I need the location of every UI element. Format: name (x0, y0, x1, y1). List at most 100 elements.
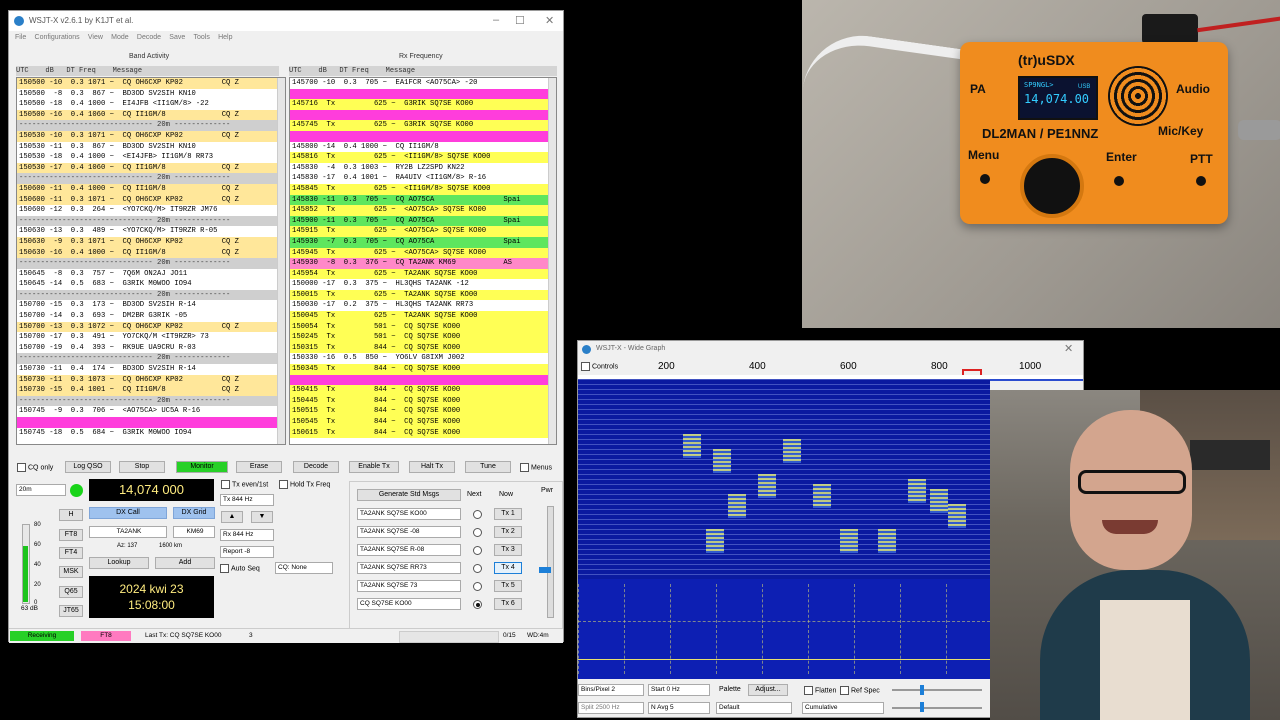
hold-tx-checkbox[interactable]: Hold Tx Freq (279, 480, 330, 489)
band-row[interactable]: 150530 -11 0.3 867 ~ BD3OD SV2SIH KN10 (17, 141, 279, 153)
band-row[interactable]: ------------------------------- 20m ----… (17, 120, 279, 131)
rx-row[interactable]: 145852 Tx 625 ~ <AO75CA> SQ7SE KO00 (290, 205, 549, 216)
rx-row[interactable]: 145816 Tx 625 ~ <II1GM/8> SQ7SE KO00 (290, 152, 549, 163)
mode-ft8-button[interactable]: FT8 (59, 529, 83, 541)
cq-select[interactable]: CQ: None (275, 562, 333, 574)
band-row[interactable]: 150630 -13 0.3 489 ~ <YO7CKQ/M> IT9RZR R… (17, 226, 279, 237)
band-row[interactable]: ------------------------------- 20m ----… (17, 353, 279, 365)
zero-slider-handle[interactable] (920, 702, 924, 712)
tx-now-6-button[interactable]: Tx 6 (494, 598, 522, 610)
band-row[interactable]: ------------------------------- 20m ----… (17, 258, 279, 269)
band-row[interactable]: 150745 -18 0.5 684 ~ G3RIK M0WOO IO94 (17, 427, 279, 439)
band-row[interactable]: 150730 -11 0.4 174 ~ BD3OD SV2SIH R-14 (17, 364, 279, 375)
menu-help[interactable]: Help (218, 34, 232, 41)
tx-now-3-button[interactable]: Tx 3 (494, 544, 522, 556)
decode-button[interactable]: Decode (293, 461, 339, 473)
rx-row[interactable]: 145830 -17 0.4 1001 ~ RA4UIV <II1GM/8> R… (290, 173, 549, 184)
log-qso-button[interactable]: Log QSO (65, 461, 111, 473)
rx-row[interactable]: 150615 Tx 844 ~ CQ SQ7SE KO00 (290, 427, 549, 439)
rx-frequency-scrollbar[interactable] (548, 78, 556, 444)
rx-row[interactable]: 150054 Tx 501 ~ CQ SQ7SE KO00 (290, 321, 549, 333)
rx-row[interactable]: 150030 -17 0.2 375 ~ HL3QHS TA2ANK RR73 (290, 300, 549, 312)
tune-button[interactable]: Tune (465, 461, 511, 473)
waterfall-display[interactable] (578, 379, 990, 679)
band-select[interactable]: 20m (16, 484, 66, 496)
wide-graph-close-button[interactable]: ✕ (1064, 342, 1073, 355)
band-row[interactable]: 150630 -9 0.3 1071 ~ CQ OH6CXP KP02 CQ Z (17, 236, 279, 248)
tx-even-checkbox[interactable]: Tx even/1st (221, 480, 268, 489)
band-row[interactable]: 150730 -11 0.3 1073 ~ CQ OH6CXP KP02 CQ … (17, 374, 279, 386)
power-slider[interactable] (547, 506, 554, 618)
tx-message-3-input[interactable]: TA2ANK SQ7SE R-08 (357, 544, 461, 556)
tx-message-2-input[interactable]: TA2ANK SQ7SE -08 (357, 526, 461, 538)
band-row[interactable]: 150700 -19 0.4 393 ~ RK9UE UA9CRU R-03 (17, 342, 279, 354)
rx-row[interactable]: 150315 Tx 844 ~ CQ SQ7SE KO00 (290, 342, 549, 354)
power-slider-handle[interactable] (539, 567, 551, 573)
rx-row[interactable]: 145830 -11 0.3 705 ~ CQ AO75CA Spai (290, 194, 549, 206)
mode-h-button[interactable]: H (59, 509, 83, 521)
rx-row[interactable]: 150415 Tx 844 ~ CQ SQ7SE KO00 (290, 385, 549, 396)
rx-row[interactable]: 145830 -4 0.3 1003 ~ RY2B LZ2SPD KN22 (290, 162, 549, 174)
rx-row[interactable]: 150345 Tx 844 ~ CQ SQ7SE KO00 (290, 364, 549, 375)
band-row[interactable]: 150600 -11 0.4 1000 ~ CQ II1GM/8 CQ Z (17, 183, 279, 195)
rx-row[interactable]: 145900 -11 0.3 705 ~ CQ AO75CA Spai (290, 215, 549, 227)
rx-row[interactable]: 145945 Tx 625 ~ <AO75CA> SQ7SE KO00 (290, 247, 549, 259)
band-row[interactable]: 150500 -10 0.3 1071 ~ CQ OH6CXP KP02 CQ … (17, 78, 279, 89)
monitor-button[interactable]: Monitor (176, 461, 228, 473)
rx-row[interactable]: 145716 Tx 625 ~ G3RIK SQ7SE KO00 (290, 99, 549, 110)
tx-up-button[interactable]: ▲ (221, 511, 243, 523)
gain-slider[interactable] (892, 689, 982, 691)
band-row[interactable]: 150700 -15 0.3 173 ~ BD3OD SV2SIH R-14 (17, 300, 279, 312)
tx-next-1-radio[interactable] (473, 510, 482, 519)
rx-row[interactable] (290, 130, 549, 142)
band-row[interactable]: 150600 -12 0.3 264 ~ <YO7CKQ/M> IT9RZR J… (17, 205, 279, 216)
cq-only-checkbox[interactable]: CQ only (17, 463, 53, 472)
band-row[interactable]: ------------------------------- 20m ----… (17, 289, 279, 301)
band-row[interactable] (17, 417, 279, 428)
menu-tools[interactable]: Tools (194, 34, 210, 41)
band-row[interactable]: 150630 -16 0.4 1000 ~ CQ II1GM/8 CQ Z (17, 247, 279, 259)
stop-button[interactable]: Stop (119, 461, 165, 473)
rx-row[interactable]: 145954 Tx 625 ~ TA2ANK SQ7SE KO00 (290, 268, 549, 280)
navg-spinbox[interactable]: N Avg 5 (648, 702, 710, 714)
menu-configurations[interactable]: Configurations (35, 34, 80, 41)
tx-next-5-radio[interactable] (473, 582, 482, 591)
tx-message-5-input[interactable]: TA2ANK SQ7SE 73 (357, 580, 461, 592)
tx-now-2-button[interactable]: Tx 2 (494, 526, 522, 538)
tx-now-4-button[interactable]: Tx 4 (494, 562, 522, 574)
close-button[interactable]: ✕ (545, 14, 554, 27)
band-row[interactable]: 150530 -18 0.4 1000 ~ <EI4JFB> II1GM/8 R… (17, 152, 279, 163)
flatten-checkbox[interactable]: Flatten (804, 686, 836, 695)
rx-hz-spinbox[interactable]: Rx 844 Hz (220, 529, 274, 541)
rx-row[interactable]: 145915 Tx 625 ~ <AO75CA> SQ7SE KO00 (290, 226, 549, 237)
rx-row[interactable]: 150245 Tx 501 ~ CQ SQ7SE KO00 (290, 332, 549, 343)
band-row[interactable]: 150600 -11 0.3 1071 ~ CQ OH6CXP KP02 CQ … (17, 194, 279, 206)
tx-next-3-radio[interactable] (473, 546, 482, 555)
enable-tx-button[interactable]: Enable Tx (349, 461, 399, 473)
rx-row[interactable] (290, 109, 549, 121)
bins-per-pixel-spinbox[interactable]: Bins/Pixel 2 (578, 684, 644, 696)
band-row[interactable]: 150500 -8 0.3 867 ~ BD3OD SV2SIH KN10 (17, 88, 279, 100)
dx-call-button[interactable]: DX Call (89, 507, 167, 519)
band-row[interactable]: 150500 -18 0.4 1000 ~ EI4JFB <II1GM/8> -… (17, 99, 279, 110)
band-activity-scrollbar[interactable] (277, 78, 285, 444)
rx-row[interactable]: 150445 Tx 844 ~ CQ SQ7SE KO00 (290, 395, 549, 407)
controls-checkbox[interactable]: Controls (581, 362, 618, 371)
ref-spec-checkbox[interactable]: Ref Spec (840, 686, 880, 695)
dx-call-input[interactable]: TA2ANK (89, 526, 167, 538)
gain-slider-handle[interactable] (920, 685, 924, 695)
auto-seq-checkbox[interactable]: Auto Seq (220, 564, 260, 573)
rx-row[interactable]: 145930 -7 0.3 705 ~ CQ AO75CA Spai (290, 236, 549, 248)
erase-button[interactable]: Erase (236, 461, 282, 473)
tx-down-button[interactable]: ▼ (251, 511, 273, 523)
band-row[interactable]: 150530 -17 0.4 1060 ~ CQ II1GM/8 CQ Z (17, 162, 279, 174)
report-spinbox[interactable]: Report -8 (220, 546, 274, 558)
rx-row[interactable]: 145800 -14 0.4 1000 ~ CQ II1GM/8 (290, 141, 549, 153)
dx-grid-input[interactable]: KM69 (173, 526, 215, 538)
generate-std-msgs-button[interactable]: Generate Std Msgs (357, 489, 461, 501)
menu-view[interactable]: View (88, 34, 103, 41)
band-row[interactable]: 150645 -8 0.3 757 ~ 7Q6M ON2AJ JO11 (17, 268, 279, 280)
band-row[interactable]: 150700 -14 0.3 693 ~ DM2BR G3RIK -05 (17, 311, 279, 322)
menu-file[interactable]: File (15, 34, 26, 41)
rx-row[interactable]: 145700 -10 0.3 705 ~ EA1FCR <AO75CA> -20 (290, 78, 549, 89)
